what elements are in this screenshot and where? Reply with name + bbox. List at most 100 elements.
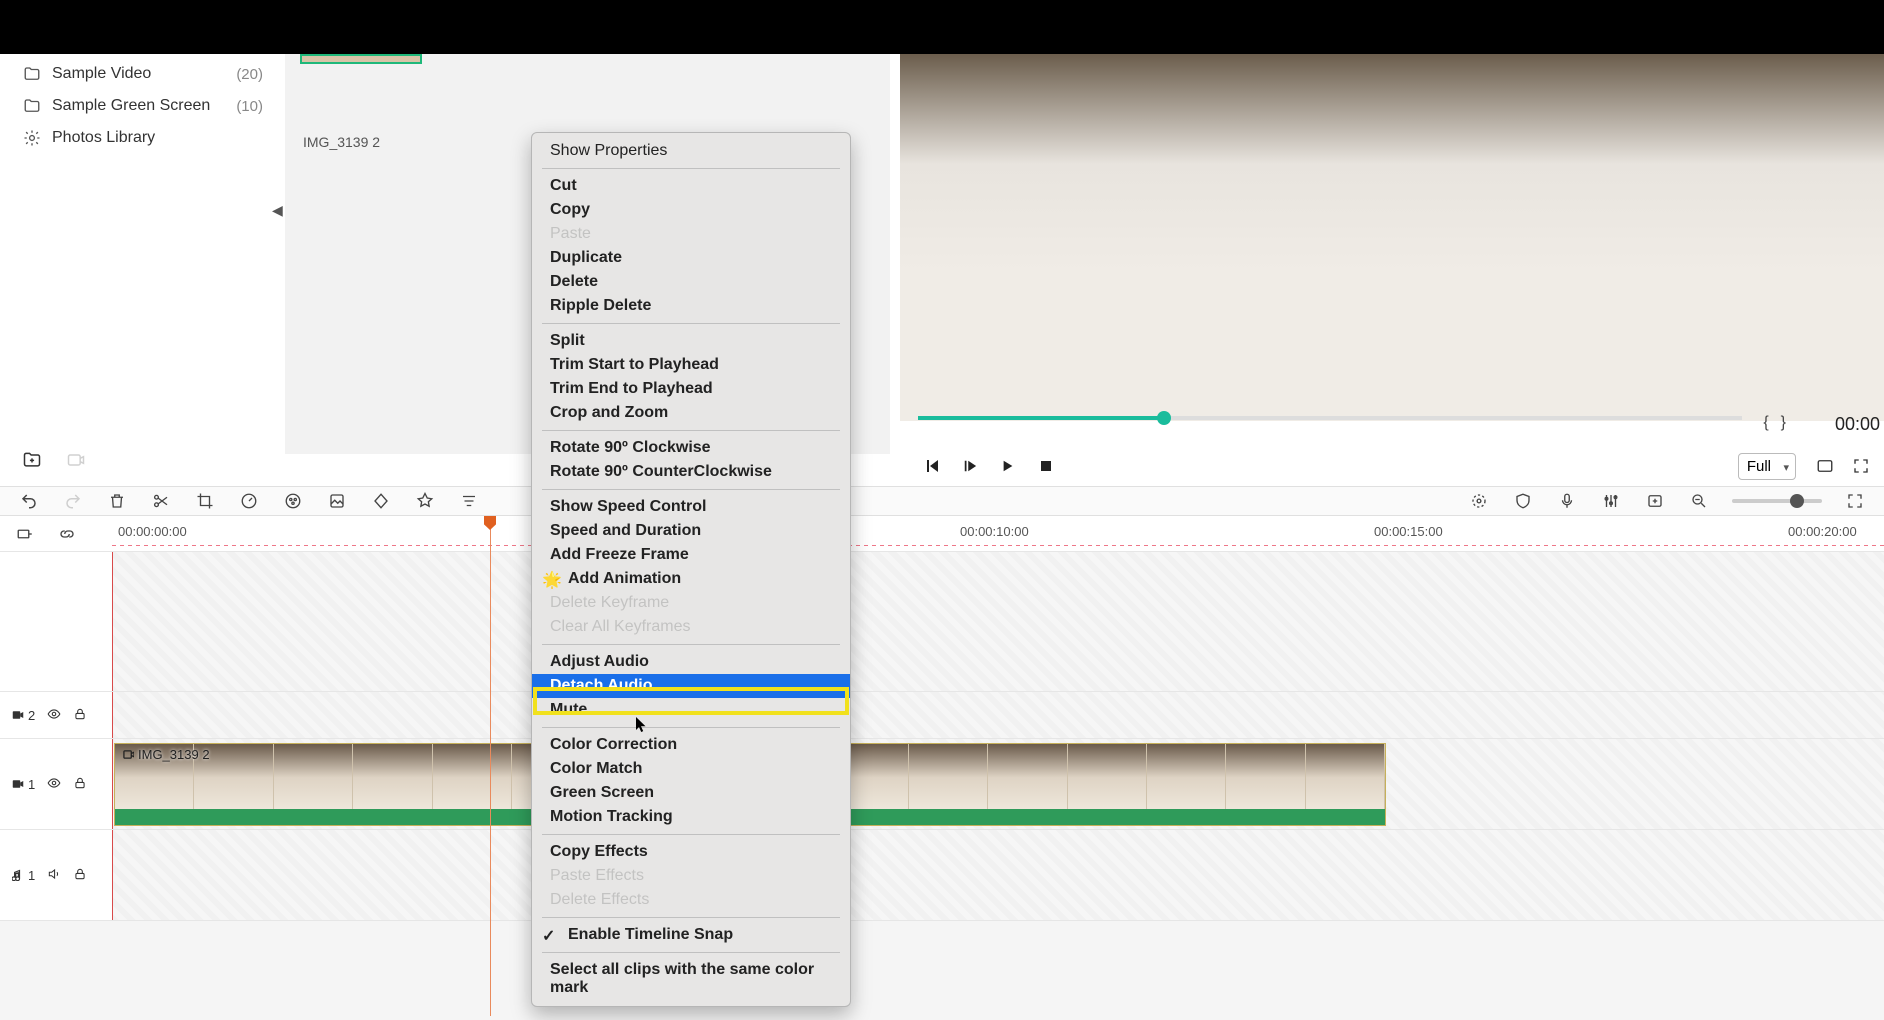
record-button[interactable] xyxy=(66,450,88,472)
sidebar-item-photos-library[interactable]: Photos Library xyxy=(0,122,285,154)
preview-timecode: 00:00 xyxy=(1835,414,1884,435)
cm-select-same-color[interactable]: Select all clips with the same color mar… xyxy=(532,958,850,1000)
add-marker-button[interactable] xyxy=(1644,490,1666,512)
cm-paste-effects[interactable]: Paste Effects xyxy=(532,864,850,888)
voiceover-button[interactable] xyxy=(1556,490,1578,512)
undo-button[interactable] xyxy=(18,490,40,512)
sidebar-item-sample-video[interactable]: Sample Video (20) xyxy=(0,58,285,90)
keyframe-button[interactable] xyxy=(370,490,392,512)
render-preview-button[interactable] xyxy=(1468,490,1490,512)
redo-button[interactable] xyxy=(62,490,84,512)
track-body[interactable] xyxy=(112,830,1884,920)
cm-rotate-ccw[interactable]: Rotate 90º CounterClockwise xyxy=(532,460,850,484)
cm-speed-duration[interactable]: Speed and Duration xyxy=(532,519,850,543)
track-mute-icon[interactable] xyxy=(47,867,61,884)
cm-delete[interactable]: Delete xyxy=(532,270,850,294)
play-forward-button[interactable] xyxy=(994,452,1022,480)
track-lock-icon[interactable] xyxy=(73,867,87,884)
preview-scrubber[interactable] xyxy=(918,416,1742,420)
sidebar-item-count: (10) xyxy=(236,98,263,115)
cm-trim-end[interactable]: Trim End to Playhead xyxy=(532,377,850,401)
ruler-tick-label: 00:00:00:00 xyxy=(118,524,187,539)
cm-duplicate[interactable]: Duplicate xyxy=(532,246,850,270)
track-visible-icon[interactable] xyxy=(47,707,61,724)
step-back-button[interactable] xyxy=(918,452,946,480)
video-track-1[interactable]: 1 IMG_3139 2 xyxy=(0,739,1884,830)
cm-green-screen[interactable]: Green Screen xyxy=(532,781,850,805)
cm-color-correction[interactable]: Color Correction xyxy=(532,733,850,757)
cm-mute[interactable]: Mute xyxy=(532,698,850,722)
delete-button[interactable] xyxy=(106,490,128,512)
cm-clear-keyframes[interactable]: Clear All Keyframes xyxy=(532,615,850,639)
track-body[interactable] xyxy=(112,692,1884,738)
track-visible-icon[interactable] xyxy=(47,776,61,793)
track-lock-icon[interactable] xyxy=(73,707,87,724)
fullscreen-button[interactable] xyxy=(1848,453,1874,479)
zoom-out-button[interactable] xyxy=(1688,490,1710,512)
track-type-icon: 1 xyxy=(12,868,35,883)
cm-separator xyxy=(542,489,840,490)
mixer-button[interactable] xyxy=(1600,490,1622,512)
preview-scrubber-knob[interactable] xyxy=(1157,411,1171,425)
cm-color-match[interactable]: Color Match xyxy=(532,757,850,781)
cm-cut[interactable]: Cut xyxy=(532,174,850,198)
cm-delete-keyframe[interactable]: Delete Keyframe xyxy=(532,591,850,615)
sidebar-item-sample-green-screen[interactable]: Sample Green Screen (10) xyxy=(0,90,285,122)
filter-button[interactable] xyxy=(458,490,480,512)
color-button[interactable] xyxy=(282,490,304,512)
track-insert-button[interactable] xyxy=(14,523,36,545)
cm-paste[interactable]: Paste xyxy=(532,222,850,246)
video-track-2[interactable]: 2 xyxy=(0,692,1884,739)
cm-copy-effects[interactable]: Copy Effects xyxy=(532,840,850,864)
add-folder-button[interactable] xyxy=(22,450,44,472)
mark-out-icon[interactable]: } xyxy=(1781,414,1786,432)
snapshot-button[interactable] xyxy=(1812,453,1838,479)
cm-freeze[interactable]: Add Freeze Frame xyxy=(532,543,850,567)
timeline-ruler[interactable]: 00:00:00:00 00:00:10:00 00:00:15:00 00:0… xyxy=(0,516,1884,552)
shield-button[interactable] xyxy=(1512,490,1534,512)
cm-separator xyxy=(542,952,840,953)
track-body[interactable]: IMG_3139 2 xyxy=(112,739,1884,829)
green-screen-button[interactable] xyxy=(326,490,348,512)
play-button[interactable] xyxy=(956,452,984,480)
cm-separator xyxy=(542,323,840,324)
cm-detach-audio[interactable]: Detach Audio xyxy=(532,674,850,698)
cm-trim-start[interactable]: Trim Start to Playhead xyxy=(532,353,850,377)
cm-separator xyxy=(542,727,840,728)
cm-timeline-snap[interactable]: Enable Timeline Snap xyxy=(532,923,850,947)
cm-crop-zoom[interactable]: Crop and Zoom xyxy=(532,401,850,425)
media-thumbnail[interactable] xyxy=(300,54,422,64)
track-head: 1 xyxy=(0,739,112,829)
crop-button[interactable] xyxy=(194,490,216,512)
media-bottom-toolbar xyxy=(22,450,88,472)
split-button[interactable] xyxy=(150,490,172,512)
render-bar xyxy=(112,545,1884,546)
speed-button[interactable] xyxy=(238,490,260,512)
preview-quality-select[interactable]: Full ▾ xyxy=(1738,453,1796,480)
collapse-panel-icon[interactable]: ◀ xyxy=(272,202,283,219)
cm-delete-effects[interactable]: Delete Effects xyxy=(532,888,850,912)
audio-track-1[interactable]: 1 xyxy=(0,830,1884,921)
cm-motion-tracking[interactable]: Motion Tracking xyxy=(532,805,850,829)
zoom-slider-knob[interactable] xyxy=(1790,494,1804,508)
cm-rotate-cw[interactable]: Rotate 90º Clockwise xyxy=(532,436,850,460)
star-icon: 🌟 xyxy=(542,570,562,590)
stop-button[interactable] xyxy=(1032,452,1060,480)
link-button[interactable] xyxy=(56,523,78,545)
cm-speed-control[interactable]: Show Speed Control xyxy=(532,495,850,519)
cm-separator xyxy=(542,430,840,431)
zoom-fit-button[interactable] xyxy=(1844,490,1866,512)
cm-split[interactable]: Split xyxy=(532,329,850,353)
cm-ripple-delete[interactable]: Ripple Delete xyxy=(532,294,850,318)
cm-show-properties[interactable]: Show Properties xyxy=(532,139,850,163)
marker-button[interactable] xyxy=(414,490,436,512)
cm-animation[interactable]: 🌟Add Animation xyxy=(532,567,850,591)
zoom-slider[interactable] xyxy=(1732,499,1822,503)
gear-icon xyxy=(22,128,42,148)
cm-copy[interactable]: Copy xyxy=(532,198,850,222)
mark-in-icon[interactable]: { xyxy=(1763,414,1768,432)
sidebar-item-label: Photos Library xyxy=(52,129,263,147)
track-lock-icon[interactable] xyxy=(73,776,87,793)
cm-adjust-audio[interactable]: Adjust Audio xyxy=(532,650,850,674)
ruler-tick-label: 00:00:10:00 xyxy=(960,524,1029,539)
